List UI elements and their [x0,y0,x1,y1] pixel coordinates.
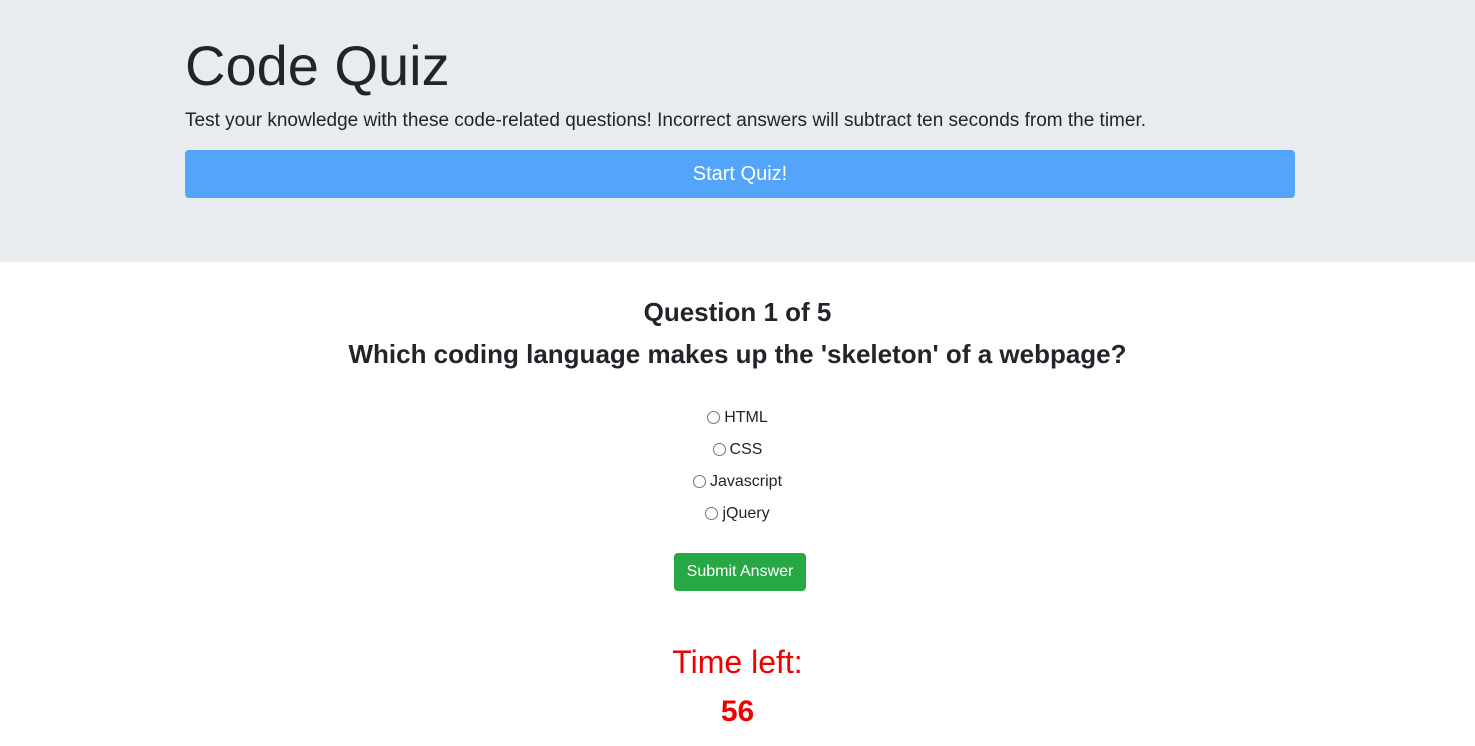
radio-button[interactable] [707,410,721,424]
page-title: Code Quiz [185,34,450,97]
answer-option-label: CSS [729,441,763,458]
answer-option-label: Javascript [709,473,783,490]
quiz-section: Question 1 of 5 Which coding language ma… [0,262,1475,746]
question-text: Which coding language makes up the 'skel… [348,339,1127,369]
answer-option-html[interactable]: HTML [0,402,1475,434]
submit-answer-button[interactable]: Submit Answer [674,553,806,591]
answer-option-jquery[interactable]: jQuery [0,498,1475,530]
answer-options: HTML CSS Javascript jQuery [0,402,1475,530]
radio-button[interactable] [712,442,726,456]
answer-option-css[interactable]: CSS [0,434,1475,466]
radio-button[interactable] [692,474,706,488]
start-quiz-button[interactable]: Start Quiz! [185,150,1295,198]
jumbotron-header: Code Quiz Test your knowledge with these… [0,0,1475,262]
timer-value: 56 [720,695,755,728]
answer-option-label: jQuery [722,505,770,522]
answer-option-javascript[interactable]: Javascript [0,466,1475,498]
timer-label: Time left: [672,644,803,680]
radio-button[interactable] [705,506,719,520]
answer-option-label: HTML [724,409,768,426]
question-counter: Question 1 of 5 [643,297,832,327]
page-description: Test your knowledge with these code-rela… [185,110,1147,131]
